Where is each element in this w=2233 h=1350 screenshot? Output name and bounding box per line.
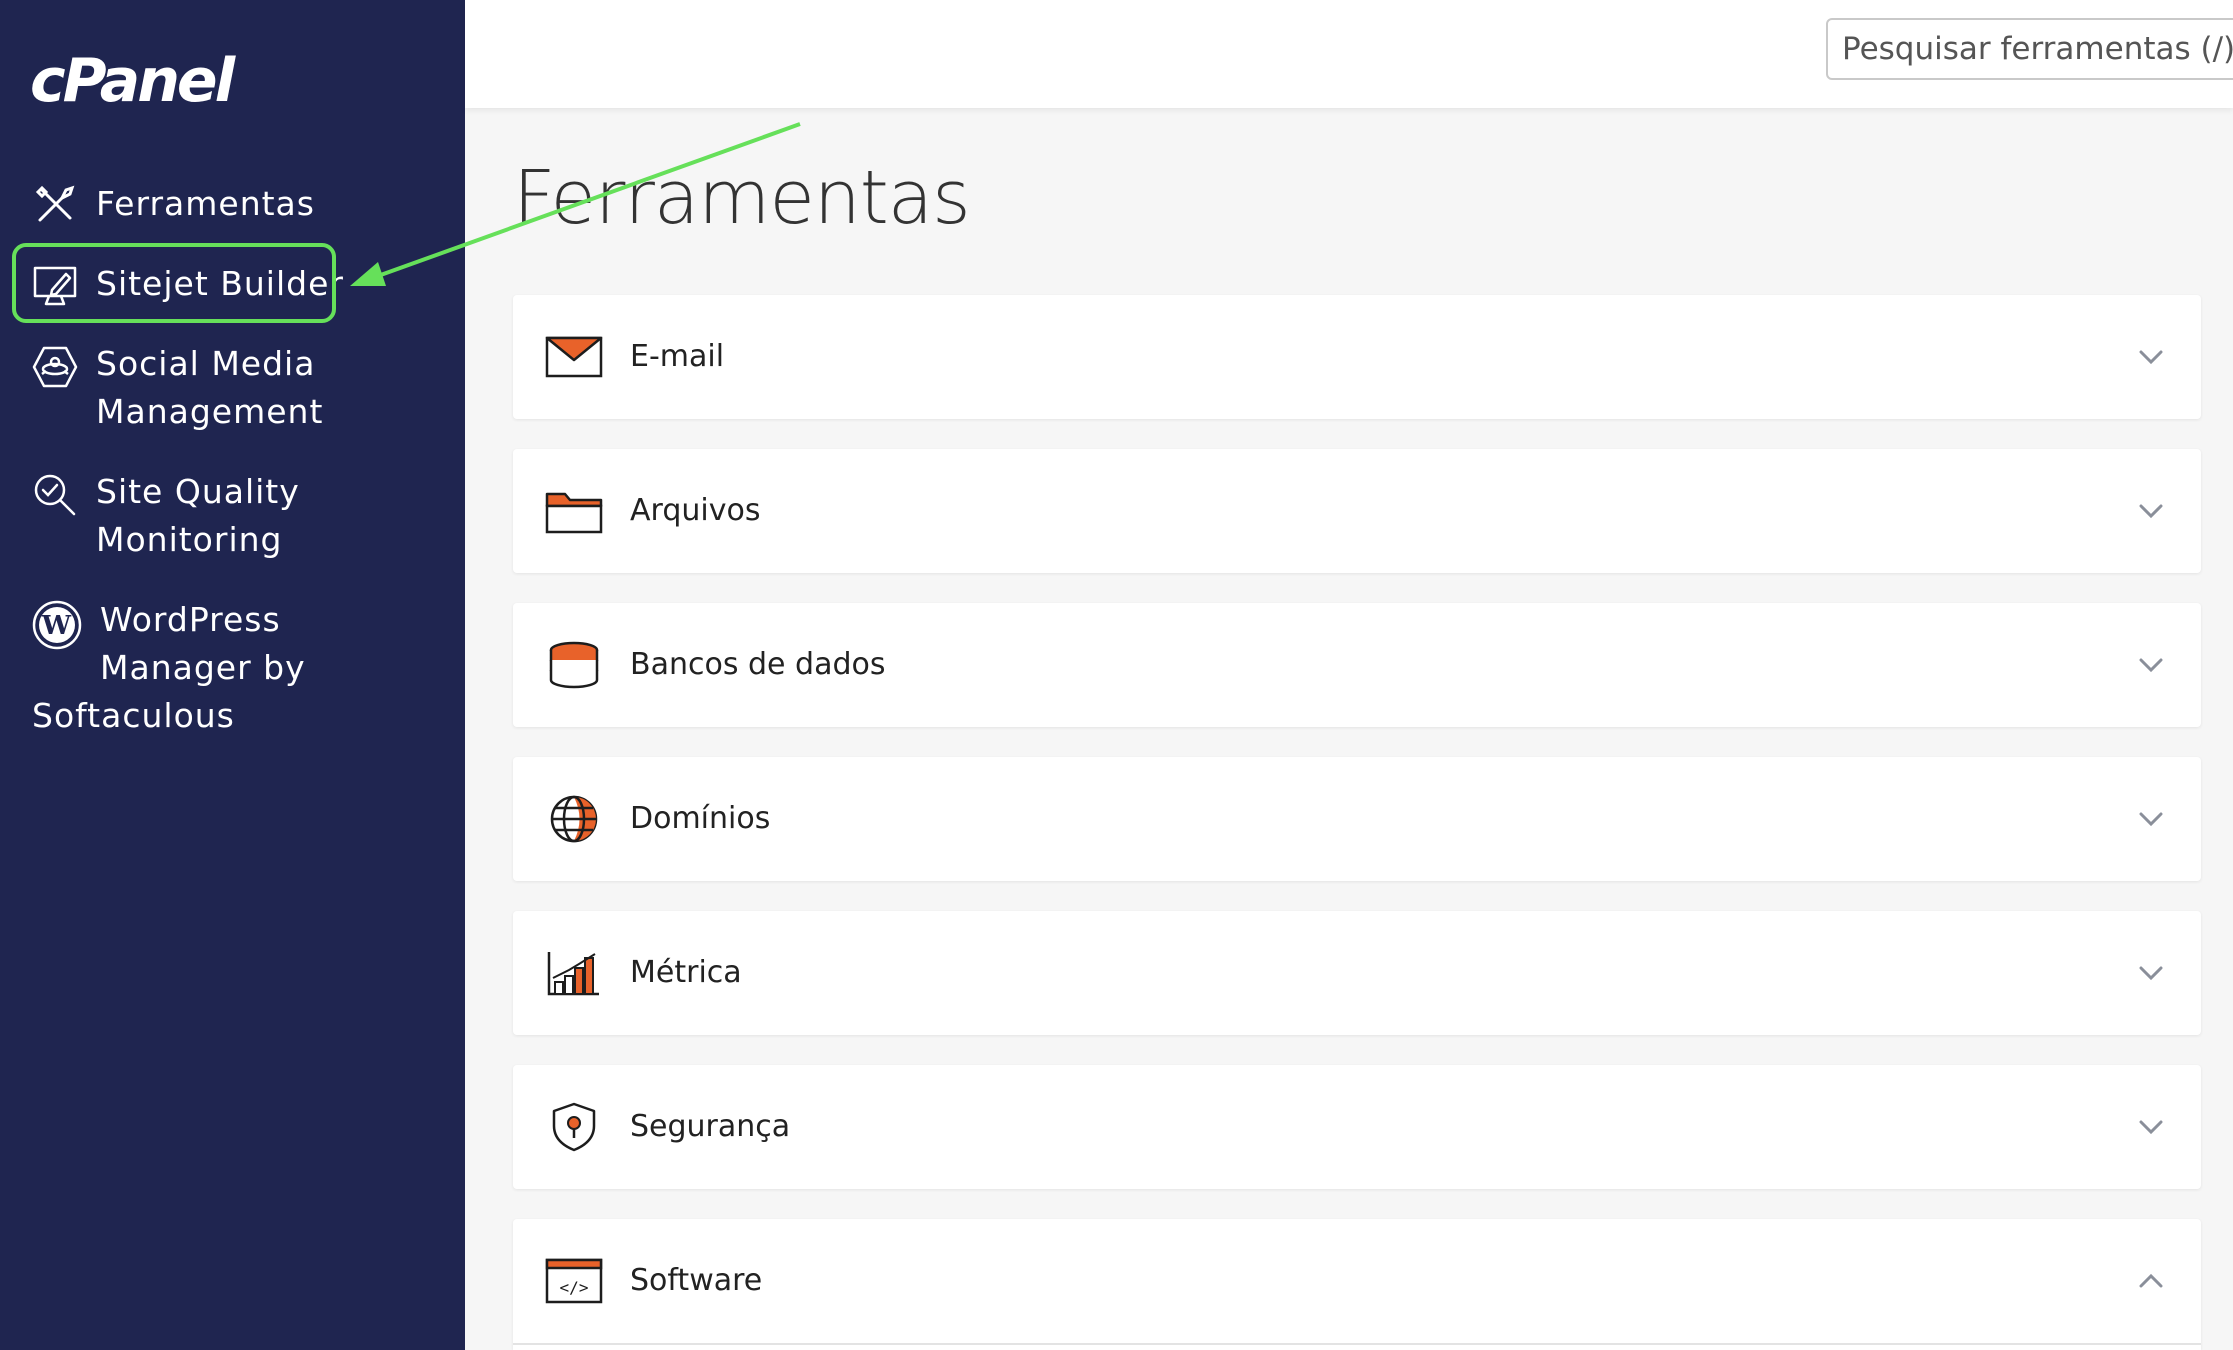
svg-text:W: W: [41, 611, 72, 641]
sidebar-item-social-media-management[interactable]: Social Media Management: [0, 340, 465, 440]
chevron-down-icon: [2139, 812, 2163, 827]
svg-text:</>: </>: [560, 1278, 589, 1297]
sidebar-item-ferramentas[interactable]: Ferramentas: [0, 180, 465, 230]
section-metrica[interactable]: Métrica: [513, 911, 2201, 1035]
folder-icon: [545, 492, 603, 534]
sitejet-highlight-box: [12, 243, 336, 323]
email-icon: [545, 336, 603, 378]
section-label: Bancos de dados: [630, 647, 886, 682]
sidebar-item-label: Ferramentas: [96, 184, 315, 223]
chevron-down-icon: [2139, 1120, 2163, 1135]
sidebar-item-label: Manager by: [100, 648, 306, 687]
section-software[interactable]: </> Software: [513, 1219, 2201, 1350]
section-seguranca[interactable]: Segurança: [513, 1065, 2201, 1189]
section-label: Domínios: [630, 801, 771, 836]
sidebar-item-site-quality-monitoring[interactable]: Site Quality Monitoring: [0, 468, 465, 568]
database-icon: [549, 641, 599, 689]
wordpress-icon: W: [32, 600, 82, 650]
magnifier-check-icon: [34, 474, 76, 516]
metrics-chart-icon: [547, 952, 599, 996]
section-arquivos[interactable]: Arquivos: [513, 449, 2201, 573]
section-divider: [513, 1343, 2201, 1345]
chevron-down-icon: [2139, 350, 2163, 365]
tools-icon: [35, 185, 75, 222]
section-bancos-de-dados[interactable]: Bancos de dados: [513, 603, 2201, 727]
social-media-icon: [32, 346, 78, 388]
page-title: Ferramentas: [513, 155, 971, 241]
section-label: Software: [630, 1263, 763, 1298]
code-window-icon: </>: [545, 1258, 603, 1304]
sidebar-item-wordpress-manager[interactable]: W WordPress Manager by Softaculous: [0, 596, 465, 746]
section-label: Segurança: [630, 1109, 791, 1144]
sidebar-item-label: Softaculous: [32, 696, 235, 735]
section-label: E-mail: [630, 339, 725, 374]
shield-icon: [552, 1102, 596, 1152]
sidebar-item-label: Site Quality: [96, 472, 300, 511]
sidebar-item-label: WordPress: [100, 600, 281, 639]
section-label: Arquivos: [630, 493, 761, 528]
section-label: Métrica: [630, 955, 742, 990]
sidebar-item-label: Monitoring: [96, 520, 283, 559]
chevron-down-icon: [2139, 966, 2163, 981]
section-dominios[interactable]: Domínios: [513, 757, 2201, 881]
sidebar: cPanel Ferramentas Sitejet Builder Socia…: [0, 0, 465, 1350]
sidebar-item-label: Social Media: [96, 344, 316, 383]
chevron-down-icon: [2139, 504, 2163, 519]
search-input[interactable]: Pesquisar ferramentas (/): [1826, 18, 2233, 80]
chevron-up-icon: [2139, 1273, 2163, 1288]
section-email[interactable]: E-mail: [513, 295, 2201, 419]
sidebar-item-label: Management: [96, 392, 324, 431]
globe-icon: [550, 795, 598, 843]
cpanel-logo[interactable]: cPanel: [30, 36, 235, 126]
chevron-down-icon: [2139, 658, 2163, 673]
